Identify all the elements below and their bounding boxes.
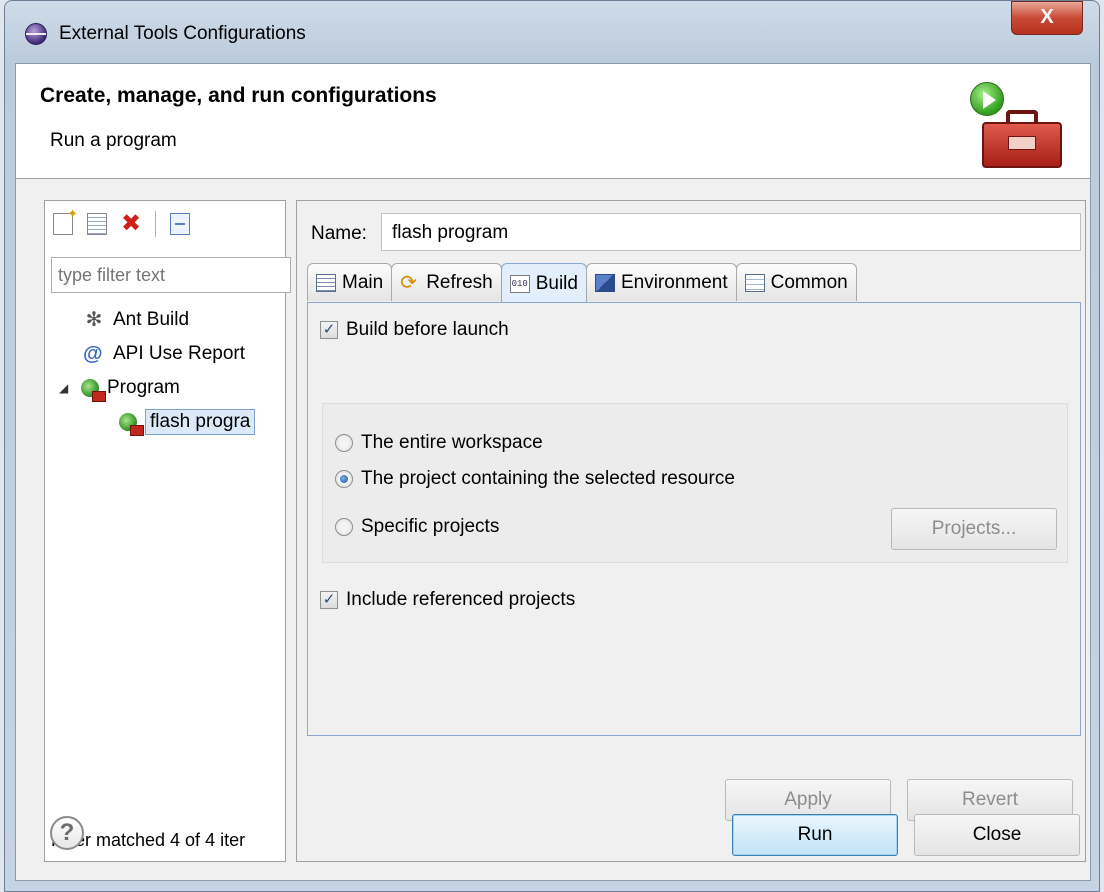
tree-item-api-use-report[interactable]: @ API Use Report [83, 343, 245, 365]
refresh-icon: ⟳ [400, 271, 417, 294]
radio-project-containing-resource[interactable]: The project containing the selected reso… [335, 468, 735, 490]
eclipse-icon [25, 23, 47, 45]
title-bar[interactable]: External Tools Configurations X [5, 1, 1099, 65]
common-icon [744, 273, 765, 292]
collapse-all-icon[interactable] [170, 213, 190, 235]
tree-item-flash-program[interactable]: flash progra [119, 409, 256, 436]
program-icon [81, 379, 106, 402]
tree-item-program[interactable]: ◢ Program [59, 377, 180, 402]
tab-environment[interactable]: Environment [585, 263, 737, 301]
tree-item-label: API Use Report [113, 343, 245, 364]
configuration-toolbar: ✖ [53, 206, 190, 239]
help-icon[interactable]: ? [50, 816, 84, 850]
include-referenced-checkbox[interactable]: ✓ [320, 591, 338, 609]
tab-refresh[interactable]: ⟳ Refresh [391, 263, 502, 301]
new-config-icon[interactable] [53, 206, 78, 235]
dialog-window: External Tools Configurations X Create, … [4, 0, 1100, 892]
tab-label: Environment [620, 271, 728, 293]
banner-title: Create, manage, and run configurations [40, 84, 437, 107]
radio-entire-workspace[interactable]: The entire workspace [335, 432, 543, 454]
radio-specific-projects[interactable]: Specific projects [335, 516, 499, 538]
program-icon [119, 413, 144, 436]
run-play-icon [970, 82, 1004, 116]
configuration-editor-panel: Name: flash program Main ⟳ Refresh 010 B… [296, 200, 1086, 862]
radio-button[interactable] [335, 470, 353, 488]
ant-icon: ✻ [85, 309, 103, 331]
window-close-button[interactable]: X [1011, 1, 1083, 35]
tree-item-ant-build[interactable]: ✻ Ant Build [83, 309, 189, 331]
duplicate-icon[interactable] [87, 213, 107, 235]
main-tab-icon [316, 273, 336, 292]
header-banner: Create, manage, and run configurations R… [16, 64, 1090, 179]
toolbar-separator [155, 211, 156, 237]
tab-label: Refresh [426, 271, 493, 293]
tab-label: Build [535, 272, 578, 294]
radio-button[interactable] [335, 518, 353, 536]
build-before-launch-option[interactable]: ✓ Build before launch [320, 319, 509, 341]
tab-strip: Main ⟳ Refresh 010 Build Environment Com… [307, 263, 857, 303]
banner-subtitle: Run a program [50, 130, 177, 151]
tab-build[interactable]: 010 Build [500, 263, 587, 303]
radio-button[interactable] [335, 434, 353, 452]
radio-label: The project containing the selected reso… [361, 468, 735, 489]
close-icon: X [1040, 6, 1054, 28]
checkbox-label: Build before launch [346, 319, 509, 340]
tab-label: Common [770, 271, 848, 293]
filter-status: Filter matched 4 of 4 iter [51, 830, 246, 850]
include-referenced-option[interactable]: ✓ Include referenced projects [320, 589, 575, 611]
configuration-list-panel: ✖ ✻ Ant Build @ API Use Report ◢ Program… [44, 200, 291, 862]
name-label: Name: [311, 223, 367, 244]
close-button[interactable]: Close [914, 814, 1080, 856]
expand-arrow-icon[interactable]: ◢ [59, 381, 73, 395]
dialog-client-area: Create, manage, and run configurations R… [15, 63, 1091, 881]
checkbox-label: Include referenced projects [346, 589, 576, 610]
tab-common[interactable]: Common [735, 263, 857, 301]
tab-main[interactable]: Main [307, 263, 393, 301]
tree-item-label: flash progra [145, 409, 256, 435]
api-report-icon: @ [83, 343, 103, 365]
build-icon: 010 [509, 274, 530, 293]
build-before-launch-checkbox[interactable]: ✓ [320, 321, 338, 339]
name-field[interactable]: flash program [381, 213, 1081, 251]
external-tools-toolbox-icon [968, 78, 1068, 172]
radio-label: Specific projects [361, 516, 500, 537]
window-title: External Tools Configurations [59, 23, 306, 44]
environment-icon [594, 273, 615, 292]
radio-label: The entire workspace [361, 432, 543, 453]
run-button[interactable]: Run [732, 814, 898, 856]
projects-button[interactable]: Projects... [891, 508, 1057, 550]
filter-input[interactable] [51, 257, 291, 293]
tree-item-label: Program [107, 377, 180, 398]
build-tab-content: ✓ Build before launch The entire workspa… [307, 302, 1081, 736]
delete-icon[interactable]: ✖ [121, 212, 141, 236]
tree-item-label: Ant Build [113, 309, 190, 330]
tab-label: Main [342, 271, 384, 293]
build-scope-group: The entire workspace The project contain… [322, 403, 1068, 563]
